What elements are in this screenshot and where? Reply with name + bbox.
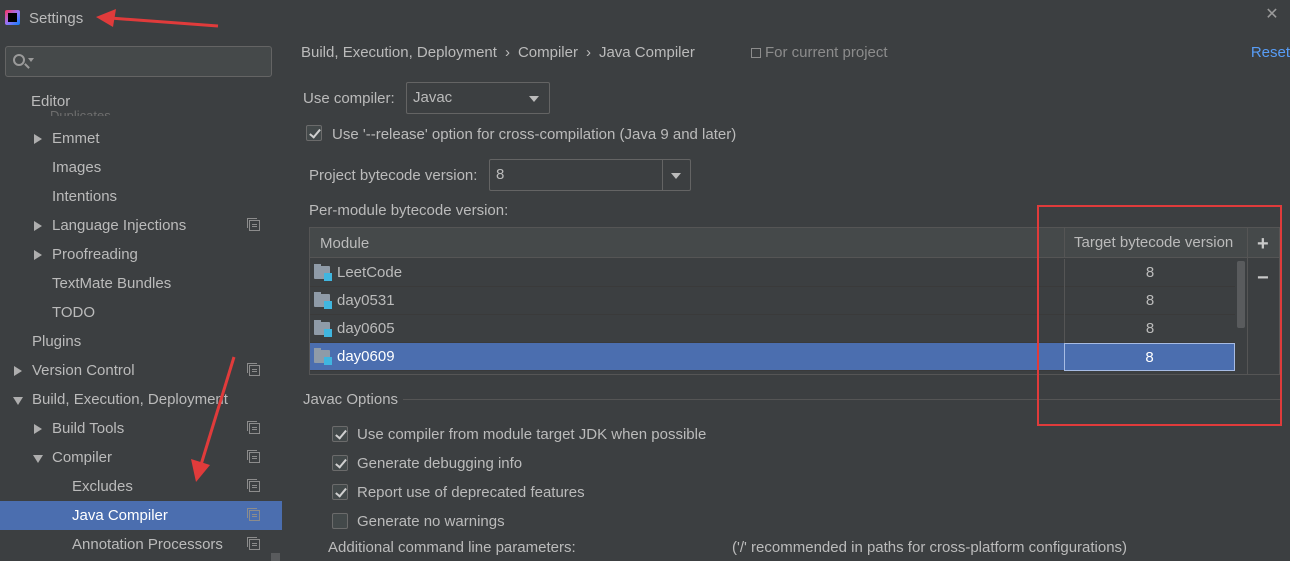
module-name: day0531	[337, 292, 395, 309]
sidebar-item-build-tools[interactable]: Build Tools	[0, 414, 282, 443]
module-folder-icon	[314, 292, 332, 309]
project-bytecode-value: 8	[496, 166, 505, 183]
breadcrumb-separator: ›	[585, 44, 591, 61]
project-scope-icon	[247, 421, 260, 434]
project-scope-icon	[247, 508, 260, 521]
release-option-checkbox[interactable]	[306, 125, 322, 141]
combo-divider	[662, 160, 663, 190]
sidebar-item-label: Plugins	[32, 333, 82, 350]
sidebar-item-label: Emmet	[52, 130, 100, 147]
sidebar-item-annotation-processors[interactable]: Annotation Processors	[0, 530, 282, 559]
project-bytecode-label: Project bytecode version:	[309, 167, 478, 184]
javac-options-heading: Javac Options	[303, 391, 399, 408]
module-folder-icon	[314, 320, 332, 337]
breadcrumb: Build, Execution, Deployment › Compiler › Ja…	[301, 44, 695, 61]
title-bar: Settings ✕	[0, 0, 1290, 34]
option-label: Use compiler from module target JDK when…	[357, 426, 707, 443]
sidebar-item-intentions[interactable]: Intentions	[0, 182, 282, 211]
project-scope-icon	[247, 450, 260, 463]
sidebar-item-editor[interactable]: Editor	[0, 87, 282, 116]
option-label: Generate no warnings	[357, 513, 505, 530]
option-checkbox[interactable]	[332, 513, 348, 529]
breadcrumb-separator: ›	[504, 44, 510, 61]
chevron-right-icon[interactable]	[34, 250, 42, 260]
sidebar-item-label: Version Control	[32, 362, 135, 379]
option-label: Report use of deprecated features	[357, 484, 585, 501]
breadcrumb-item[interactable]: Compiler	[518, 44, 578, 61]
search-input[interactable]	[40, 51, 265, 73]
chevron-down-icon[interactable]	[33, 455, 43, 463]
module-name: day0609	[337, 348, 395, 365]
option-checkbox[interactable]	[332, 426, 348, 442]
sidebar-item-label: TODO	[52, 304, 96, 321]
option-checkbox[interactable]	[332, 455, 348, 471]
close-icon[interactable]: ✕	[1264, 7, 1280, 23]
sidebar-item-label: Language Injections	[52, 217, 187, 234]
window-title: Settings	[29, 10, 84, 27]
sidebar-item-label: Java Compiler	[72, 507, 168, 524]
chevron-right-icon[interactable]	[34, 134, 42, 144]
reset-link[interactable]: Reset	[1251, 44, 1290, 61]
sidebar-item-excludes[interactable]: Excludes	[0, 472, 282, 501]
project-scope-icon	[247, 218, 260, 231]
module-name: LeetCode	[337, 264, 403, 281]
sidebar-item-label: Annotation Processors	[72, 536, 223, 553]
chevron-right-icon[interactable]	[34, 221, 42, 231]
annotation-highlight-box	[1037, 205, 1282, 426]
sidebar-item-language-injections[interactable]: Language Injections	[0, 211, 282, 240]
settings-sidebar: Duplicates Editor Emmet Images Intention…	[0, 34, 282, 561]
use-compiler-dropdown[interactable]: Javac	[406, 82, 550, 114]
sidebar-item-label: Excludes	[72, 478, 133, 495]
for-current-project: For current project	[751, 44, 888, 61]
use-compiler-value: Javac	[413, 89, 453, 106]
chevron-right-icon[interactable]	[34, 424, 42, 434]
sidebar-item-textmate-bundles[interactable]: TextMate Bundles	[0, 269, 282, 298]
project-scope-icon	[751, 48, 761, 58]
sidebar-item-todo[interactable]: TODO	[0, 298, 282, 327]
sidebar-item-label: Build, Execution, Deployment	[32, 391, 228, 408]
sidebar-item-label: Proofreading	[52, 246, 138, 263]
sidebar-item-version-control[interactable]: Version Control	[0, 356, 282, 385]
search-icon	[13, 54, 25, 66]
sidebar-item-emmet[interactable]: Emmet	[0, 124, 282, 153]
sidebar-item-compiler[interactable]: Compiler	[0, 443, 282, 472]
sidebar-item-label: Images	[52, 159, 102, 176]
column-header-module[interactable]: Module	[320, 235, 369, 252]
use-compiler-label: Use compiler:	[303, 90, 395, 107]
module-folder-icon	[314, 264, 332, 281]
chevron-down-icon[interactable]	[13, 397, 23, 405]
intellij-logo-icon	[5, 10, 20, 25]
module-folder-icon	[314, 348, 332, 365]
option-label: Generate debugging info	[357, 455, 523, 472]
per-module-label: Per-module bytecode version:	[309, 202, 509, 219]
sidebar-scrollbar[interactable]	[271, 553, 280, 561]
additional-params-label: Additional command line parameters:	[328, 539, 576, 556]
project-bytecode-combo[interactable]: 8	[489, 159, 691, 191]
sidebar-item-label: Build Tools	[52, 420, 125, 437]
sidebar-item-plugins[interactable]: Plugins	[0, 327, 282, 356]
breadcrumb-item[interactable]: Build, Execution, Deployment	[301, 44, 497, 61]
chevron-down-icon[interactable]	[671, 173, 681, 179]
sidebar-item-images[interactable]: Images	[0, 153, 282, 182]
project-scope-icon	[247, 363, 260, 376]
chevron-right-icon[interactable]	[14, 366, 22, 376]
additional-params-hint: ('/' recommended in paths for cross-plat…	[732, 539, 1128, 556]
search-field[interactable]	[5, 46, 272, 77]
project-scope-icon	[247, 479, 260, 492]
project-scope-icon	[247, 537, 260, 550]
sidebar-item-java-compiler[interactable]: Java Compiler	[0, 501, 282, 530]
sidebar-item-label: TextMate Bundles	[52, 275, 172, 292]
sidebar-item-proofreading[interactable]: Proofreading	[0, 240, 282, 269]
sidebar-item-label: Editor	[31, 93, 71, 110]
breadcrumb-item: Java Compiler	[598, 44, 695, 61]
chevron-down-icon[interactable]	[28, 58, 34, 62]
chevron-down-icon	[529, 96, 539, 102]
sidebar-item-build-execution-deployment[interactable]: Build, Execution, Deployment	[0, 385, 282, 414]
option-checkbox[interactable]	[332, 484, 348, 500]
module-name: day0605	[337, 320, 395, 337]
release-option-label: Use '--release' option for cross-compila…	[332, 126, 737, 143]
for-current-project-label: For current project	[765, 44, 888, 61]
sidebar-item-label: Compiler	[52, 449, 113, 466]
sidebar-item-label: Intentions	[52, 188, 118, 205]
